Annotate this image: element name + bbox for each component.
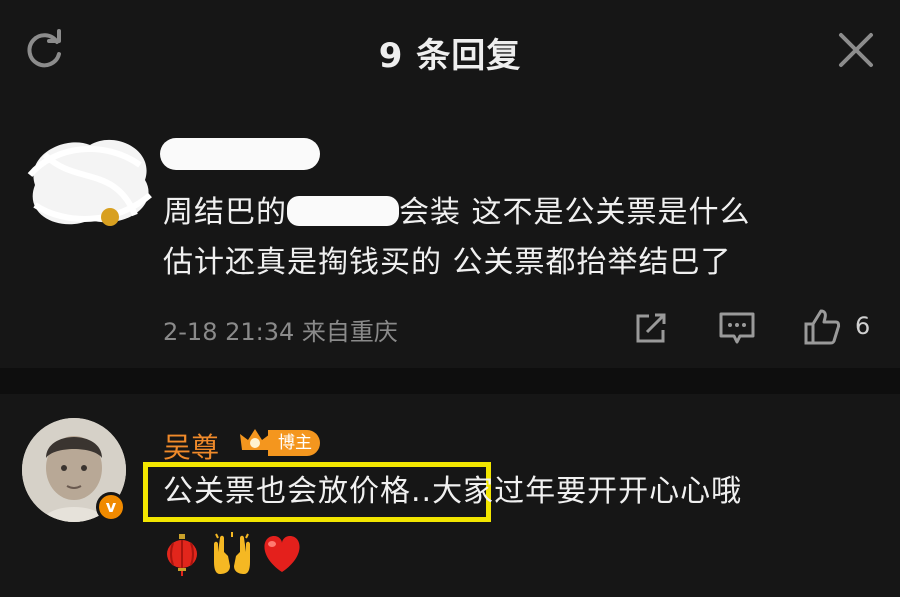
comment-text: 周结巴的 会装 这不是公关票是什么 估计还真是掏钱买的 公关票都抬举结巴了 — [163, 188, 883, 288]
verified-badge: v — [96, 492, 126, 522]
comment-text-part: 会装 这不是公关票是什么 — [399, 195, 751, 230]
comment-meta: 2-18 21:34 来自重庆 — [163, 312, 398, 347]
redacted-avatar-scribble — [27, 139, 152, 226]
reply-header: 9 条回复 — [0, 0, 900, 100]
emoji-row — [160, 532, 304, 576]
comment-divider — [0, 368, 900, 394]
crown-icon — [240, 429, 270, 450]
comment-time: 2-18 21:34 — [163, 318, 295, 346]
comment-item: 周结巴的 会装 这不是公关票是什么 估计还真是掏钱买的 公关票都抬举结巴了 2-1… — [0, 100, 900, 368]
like-icon[interactable] — [803, 308, 841, 346]
comment-text-line: 估计还真是掏钱买的 公关票都抬举结巴了 — [163, 245, 732, 280]
page-title: 9 条回复 — [378, 36, 522, 76]
redacted-username — [160, 138, 320, 170]
comment-text-part: 周结巴的 — [163, 195, 287, 230]
highlighted-text: 公关票也会放价格.. — [163, 474, 433, 509]
share-icon[interactable] — [633, 310, 669, 346]
red-heart-emoji — [264, 536, 300, 572]
raised-hands-emoji — [214, 532, 250, 574]
comment-text: 公关票也会放价格..大家过年要开开心心哦 — [163, 472, 742, 512]
comment-text-rest: 大家过年要开开心心哦 — [432, 474, 743, 509]
comment-icon[interactable] — [718, 310, 756, 346]
comment-item: v 吴尊 博主 公关票也会放价格..大家过年要开开心心哦 — [0, 394, 900, 597]
redaction-mark — [287, 196, 399, 226]
lantern-emoji — [167, 534, 197, 576]
username[interactable]: 吴尊 — [163, 426, 219, 466]
blogger-badge: 博主 — [268, 430, 320, 456]
close-icon[interactable] — [834, 28, 878, 72]
comment-location: 来自重庆 — [301, 318, 398, 346]
like-count: 6 — [855, 312, 871, 340]
